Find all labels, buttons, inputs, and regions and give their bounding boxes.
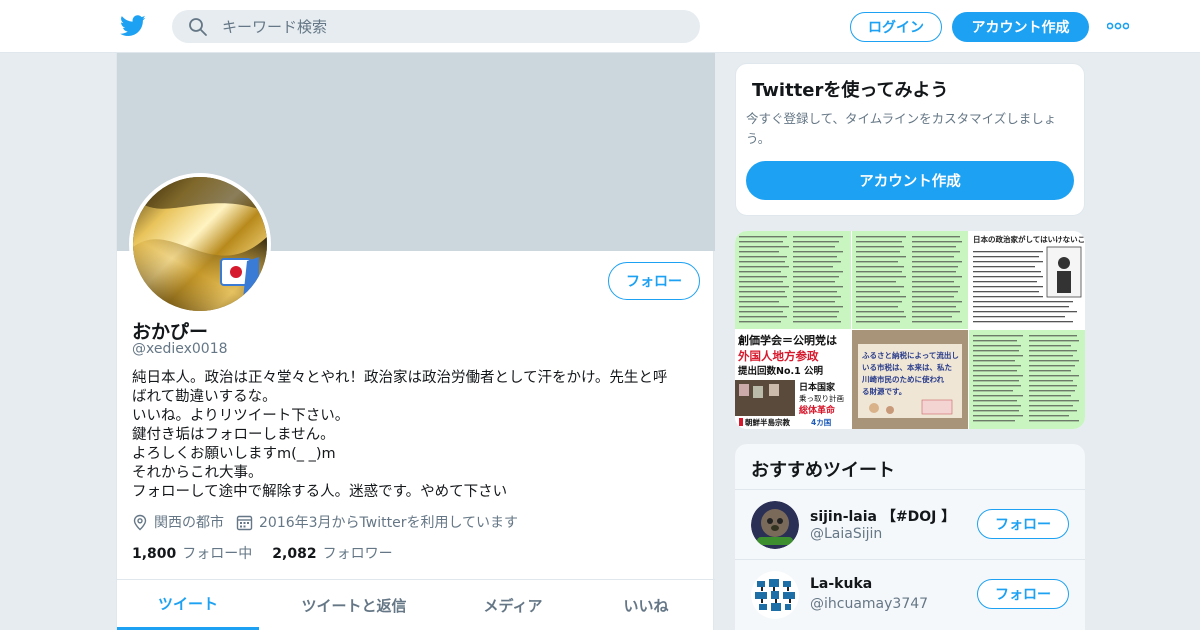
search-input[interactable] (222, 17, 682, 36)
recommended-user[interactable]: La-kuka @ihcuamay3747 フォロー (735, 559, 1085, 629)
user-name[interactable]: La-kuka (810, 576, 872, 592)
tab-tweets[interactable]: ツイート (117, 580, 259, 630)
profile-meta: 関西の都市 2016年3月からTwitterを利用しています (132, 512, 530, 532)
twitter-logo-icon[interactable] (120, 14, 146, 38)
media-caption-p4-5: 乗っ取り計画 (799, 393, 844, 403)
signup-card-title: Twitterを使ってみよう (752, 80, 949, 101)
signup-card-button[interactable]: アカウント作成 (746, 161, 1074, 200)
followers-count: 2,082 (272, 546, 317, 562)
signup-card-description: 今すぐ登録して、タイムラインをカスタマイズしましょう。 (746, 111, 1057, 146)
media-image (856, 236, 962, 323)
bio-line: 鍵付き垢はフォローしません。 (132, 427, 335, 443)
location-pin-icon (133, 514, 147, 530)
recommended-user[interactable]: sijin-laia 【#DOJ 】 @LaiaSijin フォロー (735, 489, 1085, 559)
tab-likes[interactable]: いいね (577, 580, 715, 630)
bio-line: よろしくお願いしますm(_ _)m (132, 446, 336, 462)
avatar-image (133, 177, 267, 311)
login-button[interactable]: ログイン (850, 12, 942, 42)
profile-card: フォロー おかぴー @xediex0018 純日本人。政治は正々堂々とやれ！政治… (116, 53, 715, 630)
profile-bio: 純日本人。政治は正々堂々とやれ！政治家は政治労働者として汗をかけ。先生と呼 ばれ… (132, 369, 700, 502)
profile-location: 関西の都市 (132, 512, 224, 532)
profile-name: おかぴー (132, 321, 209, 343)
media-image: 日本の政治家がしてはいけないこと (973, 234, 1085, 323)
location-text: 関西の都市 (154, 515, 224, 531)
media-thumbnail[interactable]: ふるさと納税によって流出し いる市税は、本来は、私た 川崎市民のために使われ る… (852, 330, 968, 429)
user-avatar[interactable] (751, 501, 799, 549)
joined-text: 2016年3月からTwitterを利用しています (259, 515, 519, 531)
user-name[interactable]: sijin-laia 【#DOJ 】 (810, 506, 955, 526)
media-caption-p4-1: 創価学会＝公明党は (737, 333, 837, 347)
top-navigation-bar: ログイン アカウント作成 (0, 0, 1200, 53)
profile-handle[interactable]: @xediex0018 (132, 341, 228, 357)
follow-user-button[interactable]: フォロー (977, 509, 1069, 539)
avatar-image (751, 501, 799, 549)
bio-line: フォローして途中で解除する人。迷惑です。やめて下さい (132, 484, 508, 500)
media-caption-p4-4: 日本国家 (799, 381, 836, 393)
more-icon[interactable] (1107, 22, 1129, 30)
media-caption-p5-1: ふるさと納税によって流出し (862, 350, 959, 360)
calendar-icon (236, 515, 253, 530)
media-caption-p3: 日本の政治家がしてはいけないこと (973, 234, 1085, 244)
follow-user-button[interactable]: フォロー (977, 579, 1069, 609)
media-caption-p4-7: 朝鮮半島宗教 (745, 417, 790, 427)
profile-tabs: ツイート ツイートと返信 メディア いいね (117, 579, 715, 630)
avatar-image (751, 571, 799, 619)
recommended-title: おすすめツイート (751, 460, 895, 481)
tab-media[interactable]: メディア (449, 580, 577, 630)
signup-button[interactable]: アカウント作成 (952, 12, 1089, 42)
media-image: ふるさと納税によって流出し いる市税は、本来は、私た 川崎市民のために使われ る… (852, 330, 968, 429)
bio-line: それからこれ大事。 (132, 465, 263, 481)
following-label: フォロー中 (182, 546, 253, 562)
followers-stat[interactable]: 2,082 フォロワー (272, 543, 392, 563)
media-image (973, 335, 1079, 422)
media-caption-p5-3: 川崎市民のために使われ (861, 374, 945, 384)
bio-line: ばれて勘違いするな。 (132, 389, 277, 405)
follow-button[interactable]: フォロー (608, 262, 700, 300)
media-thumbnail[interactable] (735, 231, 851, 329)
media-thumbnail[interactable] (969, 330, 1085, 429)
signup-card: Twitterを使ってみよう 今すぐ登録して、タイムラインをカスタマイズしましょ… (735, 63, 1085, 216)
media-thumbnail[interactable]: 創価学会＝公明党は 外国人地方参政 提出回数No.1 公明 日本国家 乗っ取り計… (735, 330, 851, 429)
media-caption-p4-8: 4カ国 (811, 417, 832, 427)
media-caption-p5-2: いる市税は、本来は、私た (862, 362, 952, 372)
media-grid: 日本の政治家がしてはいけないこと 創価学会＝公明党は 外国人地方参政 提出回数N… (735, 231, 1085, 429)
search-box[interactable] (172, 10, 700, 43)
media-image: 創価学会＝公明党は 外国人地方参政 提出回数No.1 公明 日本国家 乗っ取り計… (735, 333, 851, 427)
following-stat[interactable]: 1,800 フォロー中 (132, 543, 252, 563)
tab-tweets-and-replies[interactable]: ツイートと返信 (259, 580, 449, 630)
user-handle: @ihcuamay3747 (810, 596, 929, 612)
media-thumbnail[interactable]: 日本の政治家がしてはいけないこと (969, 231, 1085, 329)
media-caption-p4-3: 提出回数No.1 公明 (738, 365, 824, 377)
media-image (739, 236, 843, 323)
bio-line: いいね。よりリツイート下さい。 (132, 408, 350, 424)
media-caption-p5-4: る財源です。 (862, 386, 906, 396)
recommended-tweets: おすすめツイート sijin-laia 【#DOJ 】 @LaiaSijin フ… (735, 444, 1085, 630)
user-handle: @LaiaSijin (810, 526, 883, 542)
media-thumbnail[interactable] (852, 231, 968, 329)
media-caption-p4-2: 外国人地方参政 (737, 349, 819, 363)
profile-stats: 1,800 フォロー中 2,082 フォロワー (132, 543, 413, 563)
profile-joined: 2016年3月からTwitterを利用しています (236, 512, 518, 532)
search-icon (189, 17, 207, 36)
bio-line: 純日本人。政治は正々堂々とやれ！政治家は政治労働者として汗をかけ。先生と呼 (132, 370, 668, 386)
followers-label: フォロワー (322, 546, 393, 562)
media-caption-p4-6: 総体革命 (799, 404, 836, 416)
user-avatar[interactable] (751, 571, 799, 619)
profile-avatar[interactable] (129, 173, 271, 315)
following-count: 1,800 (132, 546, 177, 562)
